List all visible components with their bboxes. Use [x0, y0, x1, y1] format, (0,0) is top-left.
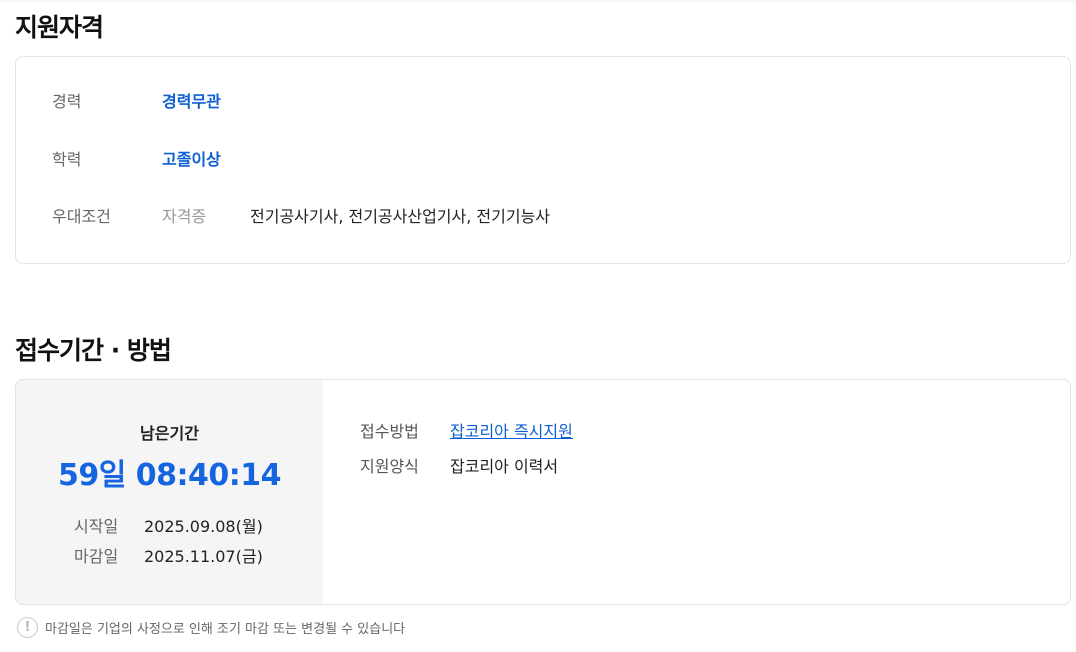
- end-date-row: 마감일 2025.11.07(금): [74, 543, 263, 567]
- form-row: 지원양식 잡코리아 이력서: [360, 453, 558, 477]
- method-row: 접수방법 잡코리아 즉시지원: [360, 418, 573, 442]
- start-date-value: 2025.09.08(월): [144, 517, 263, 536]
- apply-now-link[interactable]: 잡코리아 즉시지원: [450, 422, 573, 441]
- certificate-label: 자격증: [162, 207, 207, 226]
- form-value: 잡코리아 이력서: [450, 457, 559, 476]
- start-date-label: 시작일: [74, 517, 119, 536]
- end-date-value: 2025.11.07(금): [144, 547, 263, 566]
- qualifications-title: 지원자격: [15, 13, 104, 42]
- experience-label: 경력: [52, 92, 82, 111]
- experience-value: 경력무관: [162, 92, 221, 111]
- deadline-notice: ! 마감일은 기업의 사정으로 인해 조기 마감 또는 변경될 수 있습니다: [17, 616, 405, 638]
- education-label: 학력: [52, 150, 82, 169]
- form-label: 지원양식: [360, 457, 419, 476]
- education-value: 고졸이상: [162, 150, 221, 169]
- start-date-row: 시작일 2025.09.08(월): [74, 513, 263, 537]
- end-date-label: 마감일: [74, 547, 119, 566]
- remaining-period-panel: 남은기간 59일 08:40:14 시작일 2025.09.08(월) 마감일 20…: [16, 380, 323, 604]
- application-card: 남은기간 59일 08:40:14 시작일 2025.09.08(월) 마감일 20…: [15, 379, 1071, 605]
- qualifications-card: 경력 경력무관 학력 고졸이상 우대조건 자격증 전기공사기사, 전기공사산업기…: [15, 56, 1071, 264]
- exclamation-circle-icon: !: [17, 616, 38, 638]
- remaining-label: 남은기간: [140, 424, 199, 443]
- method-label: 접수방법: [360, 422, 419, 441]
- remaining-countdown: 59일 08:40:14: [57, 458, 282, 493]
- application-title: 접수기간 · 방법: [15, 336, 172, 365]
- notice-text: 마감일은 기업의 사정으로 인해 조기 마감 또는 변경될 수 있습니다: [45, 621, 406, 637]
- certificate-value: 전기공사기사, 전기공사산업기사, 전기기능사: [250, 207, 551, 226]
- preference-label: 우대조건: [52, 207, 111, 226]
- top-divider: [0, 0, 1076, 3]
